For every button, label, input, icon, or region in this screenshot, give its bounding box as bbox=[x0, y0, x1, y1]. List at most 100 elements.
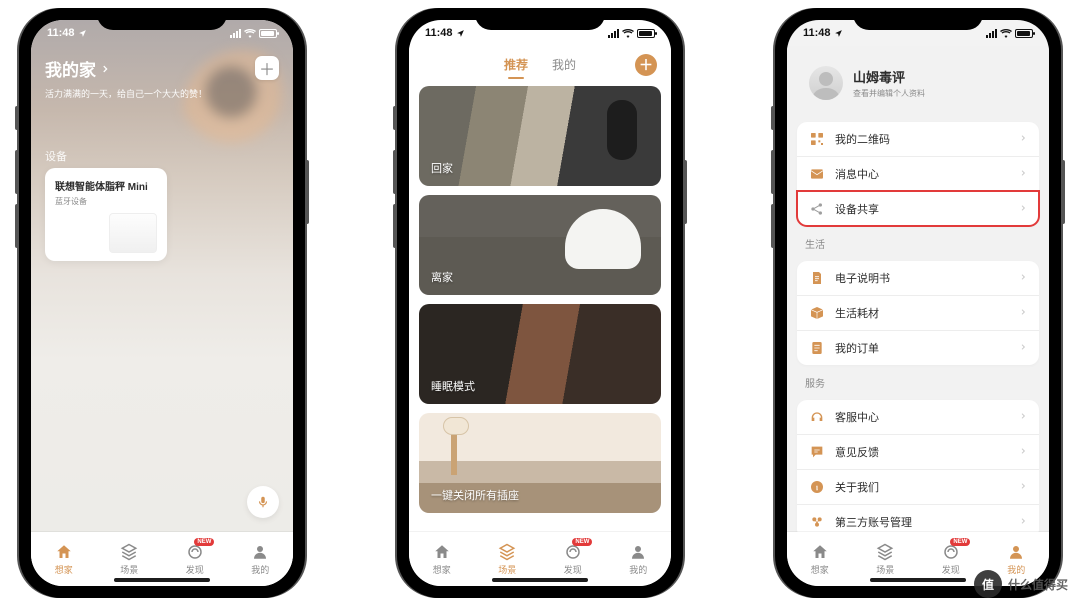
settings-row[interactable]: 客服中心 bbox=[797, 400, 1039, 434]
user-icon bbox=[251, 543, 269, 561]
settings-row[interactable]: 第三方账号管理 bbox=[797, 504, 1039, 532]
new-badge: NEW bbox=[950, 538, 970, 546]
device-card-image bbox=[109, 213, 157, 253]
row-label: 我的订单 bbox=[835, 340, 879, 356]
chevron-right-icon bbox=[1019, 411, 1027, 424]
device-card-subtitle: 蓝牙设备 bbox=[55, 196, 157, 207]
row-label: 意见反馈 bbox=[835, 444, 879, 460]
microphone-icon bbox=[256, 495, 270, 509]
row-label: 消息中心 bbox=[835, 166, 879, 182]
chevron-right-icon bbox=[1019, 342, 1027, 355]
settings-group-3: 客服中心意见反馈关于我们第三方账号管理 bbox=[797, 400, 1039, 532]
layers-icon bbox=[120, 543, 138, 561]
chevron-right-icon bbox=[1019, 203, 1027, 216]
tab-label: 想家 bbox=[811, 563, 829, 576]
profile-header[interactable]: 山姆毒评 查看并编辑个人资料 bbox=[797, 54, 1039, 112]
doc-icon bbox=[809, 270, 825, 286]
settings-row[interactable]: 关于我们 bbox=[797, 469, 1039, 504]
scene-card-leave[interactable]: 离家 bbox=[419, 195, 661, 295]
chevron-right-icon bbox=[1019, 168, 1027, 181]
order-icon bbox=[809, 340, 825, 356]
info-icon bbox=[809, 479, 825, 495]
device-card[interactable]: 联想智能体脂秤 Mini 蓝牙设备 bbox=[45, 168, 167, 261]
home-indicator bbox=[870, 578, 966, 582]
tab-label: 场景 bbox=[876, 563, 894, 576]
home-icon bbox=[433, 543, 451, 561]
tab-home[interactable]: 想家 bbox=[31, 532, 97, 586]
voice-button[interactable] bbox=[247, 486, 279, 518]
phone-frame-1: 11:48 我的家 活力满满的一天，给自己一个大大的赞！ ＋ 设备 联想智能体脂… bbox=[19, 8, 305, 598]
row-label: 设备共享 bbox=[835, 201, 879, 217]
chevron-right-icon bbox=[1019, 307, 1027, 320]
cell-signal-icon bbox=[230, 29, 241, 38]
scenes-header: 推荐 我的 bbox=[409, 46, 671, 86]
status-time: 11:48 bbox=[425, 27, 453, 39]
tab-mine[interactable]: 我的 bbox=[606, 532, 672, 586]
scene-card-home[interactable]: 回家 bbox=[419, 86, 661, 186]
section-service-label: 服务 bbox=[805, 375, 1049, 390]
tab-mine[interactable]: 我的 bbox=[228, 532, 294, 586]
status-time: 11:48 bbox=[47, 27, 75, 39]
settings-row[interactable]: 电子说明书 bbox=[797, 261, 1039, 295]
wifi-icon bbox=[244, 29, 256, 38]
user-icon bbox=[629, 543, 647, 561]
share-icon bbox=[809, 201, 825, 217]
home-indicator bbox=[114, 578, 210, 582]
settings-row[interactable]: 设备共享 bbox=[797, 191, 1039, 226]
add-button[interactable]: ＋ bbox=[255, 56, 279, 80]
location-icon bbox=[834, 29, 843, 38]
tab-label: 场景 bbox=[120, 563, 138, 576]
settings-row[interactable]: 我的订单 bbox=[797, 330, 1039, 365]
profile-hint: 查看并编辑个人资料 bbox=[853, 88, 925, 99]
new-badge: NEW bbox=[194, 538, 214, 546]
devices-section-label: 设备 bbox=[45, 148, 67, 164]
qr-icon bbox=[809, 131, 825, 147]
home-indicator bbox=[492, 578, 588, 582]
chevron-right-icon bbox=[1019, 272, 1027, 285]
wifi-icon bbox=[1000, 29, 1012, 38]
feedback-icon bbox=[809, 444, 825, 460]
settings-row[interactable]: 消息中心 bbox=[797, 156, 1039, 191]
scene-card-sleep[interactable]: 睡眠模式 bbox=[419, 304, 661, 404]
row-label: 第三方账号管理 bbox=[835, 514, 912, 530]
tab-home[interactable]: 想家 bbox=[409, 532, 475, 586]
wifi-icon bbox=[622, 29, 634, 38]
header-tab-mine[interactable]: 我的 bbox=[552, 56, 576, 77]
settings-row[interactable]: 意见反馈 bbox=[797, 434, 1039, 469]
scene-card-alloff[interactable]: 一键关闭所有插座 bbox=[419, 413, 661, 513]
row-label: 生活耗材 bbox=[835, 305, 879, 321]
settings-row[interactable]: 我的二维码 bbox=[797, 122, 1039, 156]
chevron-right-icon bbox=[1019, 481, 1027, 494]
new-badge: NEW bbox=[572, 538, 592, 546]
home-icon bbox=[55, 543, 73, 561]
home-header: 我的家 活力满满的一天，给自己一个大大的赞！ bbox=[45, 56, 279, 100]
chevron-right-icon bbox=[1019, 133, 1027, 146]
box-icon bbox=[809, 305, 825, 321]
scene-label: 睡眠模式 bbox=[431, 378, 475, 394]
watermark-text: 什么值得买 bbox=[1008, 576, 1068, 593]
watermark-badge: 值 bbox=[974, 570, 1002, 598]
tab-label: 发现 bbox=[186, 563, 204, 576]
add-scene-button[interactable]: ＋ bbox=[635, 54, 657, 76]
thirdparty-icon bbox=[809, 514, 825, 530]
mail-icon bbox=[809, 166, 825, 182]
chevron-right-icon bbox=[100, 64, 110, 74]
location-icon bbox=[456, 29, 465, 38]
headset-icon bbox=[809, 409, 825, 425]
battery-icon bbox=[637, 29, 655, 38]
cell-signal-icon bbox=[608, 29, 619, 38]
watermark: 值 什么值得买 bbox=[974, 570, 1068, 598]
scene-label: 一键关闭所有插座 bbox=[431, 487, 519, 503]
home-title-button[interactable]: 我的家 bbox=[45, 56, 279, 81]
notch bbox=[475, 8, 605, 30]
tab-label: 场景 bbox=[498, 563, 516, 576]
header-tab-recommend[interactable]: 推荐 bbox=[504, 56, 528, 77]
tab-home[interactable]: 想家 bbox=[787, 532, 853, 586]
row-label: 客服中心 bbox=[835, 409, 879, 425]
notch bbox=[853, 8, 983, 30]
scene-list[interactable]: 回家 离家 睡眠模式 一键关闭所有插座 bbox=[419, 86, 661, 532]
section-life-label: 生活 bbox=[805, 236, 1049, 251]
user-icon bbox=[1007, 543, 1025, 561]
settings-row[interactable]: 生活耗材 bbox=[797, 295, 1039, 330]
battery-icon bbox=[1015, 29, 1033, 38]
